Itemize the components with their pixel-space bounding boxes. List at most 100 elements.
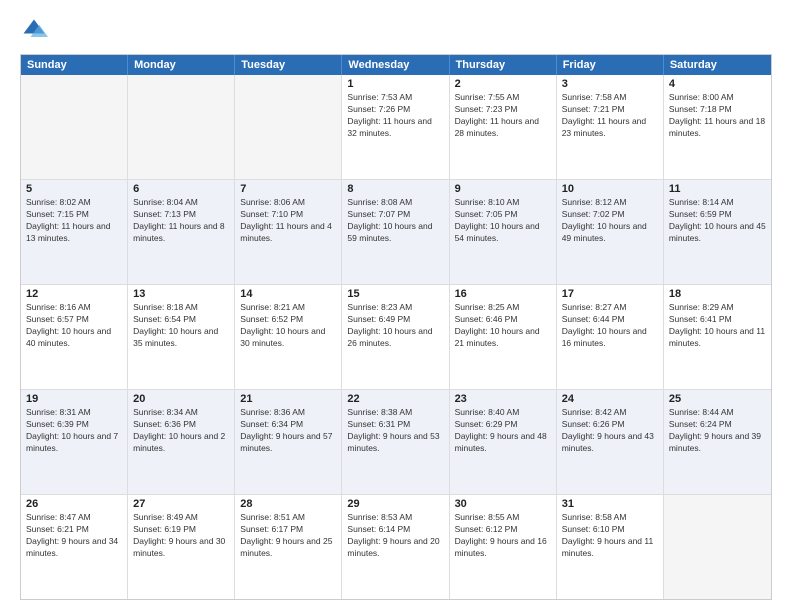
day-cell-3: 3 Sunrise: 7:58 AM Sunset: 7:21 PM Daylig… [557,75,664,179]
day-number: 4 [669,78,766,90]
day-details: Sunrise: 8:42 AM Sunset: 6:26 PM Dayligh… [562,407,658,455]
day-number: 9 [455,183,551,195]
day-details: Sunrise: 8:18 AM Sunset: 6:54 PM Dayligh… [133,302,229,350]
day-cell-25: 25Sunrise: 8:44 AM Sunset: 6:24 PM Dayli… [664,390,771,494]
calendar-body: 1Sunrise: 7:53 AM Sunset: 7:26 PM Daylig… [21,75,771,599]
day-number: 16 [455,288,551,300]
day-details: Sunrise: 8:00 AM Sunset: 7:18 PM Dayligh… [669,92,766,140]
day-details: Sunrise: 8:14 AM Sunset: 6:59 PM Dayligh… [669,197,766,245]
weekday-header-thursday: Thursday [450,55,557,75]
day-cell-11: 11 Sunrise: 8:14 AM Sunset: 6:59 PM Dayli… [664,180,771,284]
calendar-week-3: 12 Sunrise: 8:16 AM Sunset: 6:57 PM Dayli… [21,285,771,390]
day-number: 6 [133,183,229,195]
day-number: 23 [455,393,551,405]
day-details: Sunrise: 8:38 AM Sunset: 6:31 PM Dayligh… [347,407,443,455]
day-number: 25 [669,393,766,405]
day-cell-13: 13 Sunrise: 8:18 AM Sunset: 6:54 PM Dayli… [128,285,235,389]
calendar-week-1: 1Sunrise: 7:53 AM Sunset: 7:26 PM Daylig… [21,75,771,180]
day-number: 18 [669,288,766,300]
day-number: 3 [562,78,658,90]
day-number: 2 [455,78,551,90]
day-cell-10: 10 Sunrise: 8:12 AM Sunset: 7:02 PM Dayli… [557,180,664,284]
day-cell-23: 23 Sunrise: 8:40 AM Sunset: 6:29 PM Dayli… [450,390,557,494]
day-cell-2: 2 Sunrise: 7:55 AM Sunset: 7:23 PM Daylig… [450,75,557,179]
day-number: 20 [133,393,229,405]
calendar-week-2: 5 Sunrise: 8:02 AM Sunset: 7:15 PM Daylig… [21,180,771,285]
day-number: 13 [133,288,229,300]
day-number: 26 [26,498,122,510]
day-details: Sunrise: 8:25 AM Sunset: 6:46 PM Dayligh… [455,302,551,350]
day-cell-4: 4 Sunrise: 8:00 AM Sunset: 7:18 PM Daylig… [664,75,771,179]
empty-cell [128,75,235,179]
day-cell-26: 26 Sunrise: 8:47 AM Sunset: 6:21 PM Dayli… [21,495,128,599]
day-cell-1: 1Sunrise: 7:53 AM Sunset: 7:26 PM Daylig… [342,75,449,179]
weekday-header-sunday: Sunday [21,55,128,75]
empty-cell [235,75,342,179]
day-cell-28: 28 Sunrise: 8:51 AM Sunset: 6:17 PM Dayli… [235,495,342,599]
calendar-week-5: 26 Sunrise: 8:47 AM Sunset: 6:21 PM Dayli… [21,495,771,599]
day-cell-17: 17 Sunrise: 8:27 AM Sunset: 6:44 PM Dayli… [557,285,664,389]
weekday-header-wednesday: Wednesday [342,55,449,75]
day-details: Sunrise: 8:53 AM Sunset: 6:14 PM Dayligh… [347,512,443,560]
day-cell-14: 14 Sunrise: 8:21 AM Sunset: 6:52 PM Dayli… [235,285,342,389]
day-cell-12: 12 Sunrise: 8:16 AM Sunset: 6:57 PM Dayli… [21,285,128,389]
day-number: 12 [26,288,122,300]
day-number: 24 [562,393,658,405]
day-cell-22: 22 Sunrise: 8:38 AM Sunset: 6:31 PM Dayli… [342,390,449,494]
day-number: 31 [562,498,658,510]
day-details: Sunrise: 8:49 AM Sunset: 6:19 PM Dayligh… [133,512,229,560]
calendar: SundayMondayTuesdayWednesdayThursdayFrid… [20,54,772,600]
day-number: 1 [347,78,443,90]
day-details: Sunrise: 7:55 AM Sunset: 7:23 PM Dayligh… [455,92,551,140]
day-details: Sunrise: 8:10 AM Sunset: 7:05 PM Dayligh… [455,197,551,245]
day-number: 5 [26,183,122,195]
day-details: Sunrise: 8:31 AM Sunset: 6:39 PM Dayligh… [26,407,122,455]
day-number: 30 [455,498,551,510]
day-cell-7: 7 Sunrise: 8:06 AM Sunset: 7:10 PM Daylig… [235,180,342,284]
day-details: Sunrise: 8:02 AM Sunset: 7:15 PM Dayligh… [26,197,122,245]
day-details: Sunrise: 8:55 AM Sunset: 6:12 PM Dayligh… [455,512,551,560]
day-number: 14 [240,288,336,300]
day-cell-18: 18 Sunrise: 8:29 AM Sunset: 6:41 PM Dayli… [664,285,771,389]
logo [20,16,52,44]
day-number: 10 [562,183,658,195]
day-cell-31: 31Sunrise: 8:58 AM Sunset: 6:10 PM Dayli… [557,495,664,599]
day-details: Sunrise: 8:47 AM Sunset: 6:21 PM Dayligh… [26,512,122,560]
day-details: Sunrise: 8:12 AM Sunset: 7:02 PM Dayligh… [562,197,658,245]
day-number: 27 [133,498,229,510]
day-details: Sunrise: 8:08 AM Sunset: 7:07 PM Dayligh… [347,197,443,245]
weekday-header-saturday: Saturday [664,55,771,75]
day-cell-29: 29Sunrise: 8:53 AM Sunset: 6:14 PM Dayli… [342,495,449,599]
day-details: Sunrise: 8:40 AM Sunset: 6:29 PM Dayligh… [455,407,551,455]
day-details: Sunrise: 8:51 AM Sunset: 6:17 PM Dayligh… [240,512,336,560]
day-details: Sunrise: 8:29 AM Sunset: 6:41 PM Dayligh… [669,302,766,350]
day-cell-30: 30 Sunrise: 8:55 AM Sunset: 6:12 PM Dayli… [450,495,557,599]
day-details: Sunrise: 8:04 AM Sunset: 7:13 PM Dayligh… [133,197,229,245]
day-cell-15: 15Sunrise: 8:23 AM Sunset: 6:49 PM Dayli… [342,285,449,389]
day-number: 11 [669,183,766,195]
day-number: 28 [240,498,336,510]
calendar-header: SundayMondayTuesdayWednesdayThursdayFrid… [21,55,771,75]
day-number: 7 [240,183,336,195]
day-details: Sunrise: 8:27 AM Sunset: 6:44 PM Dayligh… [562,302,658,350]
weekday-header-friday: Friday [557,55,664,75]
day-details: Sunrise: 7:58 AM Sunset: 7:21 PM Dayligh… [562,92,658,140]
day-details: Sunrise: 8:16 AM Sunset: 6:57 PM Dayligh… [26,302,122,350]
day-details: Sunrise: 8:06 AM Sunset: 7:10 PM Dayligh… [240,197,336,245]
day-cell-6: 6 Sunrise: 8:04 AM Sunset: 7:13 PM Daylig… [128,180,235,284]
header [20,16,772,44]
day-cell-16: 16 Sunrise: 8:25 AM Sunset: 6:46 PM Dayli… [450,285,557,389]
day-details: Sunrise: 8:21 AM Sunset: 6:52 PM Dayligh… [240,302,336,350]
day-number: 17 [562,288,658,300]
day-cell-9: 9 Sunrise: 8:10 AM Sunset: 7:05 PM Daylig… [450,180,557,284]
day-details: Sunrise: 8:34 AM Sunset: 6:36 PM Dayligh… [133,407,229,455]
day-cell-24: 24 Sunrise: 8:42 AM Sunset: 6:26 PM Dayli… [557,390,664,494]
day-details: Sunrise: 8:23 AM Sunset: 6:49 PM Dayligh… [347,302,443,350]
day-cell-20: 20 Sunrise: 8:34 AM Sunset: 6:36 PM Dayli… [128,390,235,494]
empty-cell [664,495,771,599]
calendar-week-4: 19Sunrise: 8:31 AM Sunset: 6:39 PM Dayli… [21,390,771,495]
day-number: 22 [347,393,443,405]
day-details: Sunrise: 8:36 AM Sunset: 6:34 PM Dayligh… [240,407,336,455]
day-number: 8 [347,183,443,195]
day-cell-5: 5 Sunrise: 8:02 AM Sunset: 7:15 PM Daylig… [21,180,128,284]
